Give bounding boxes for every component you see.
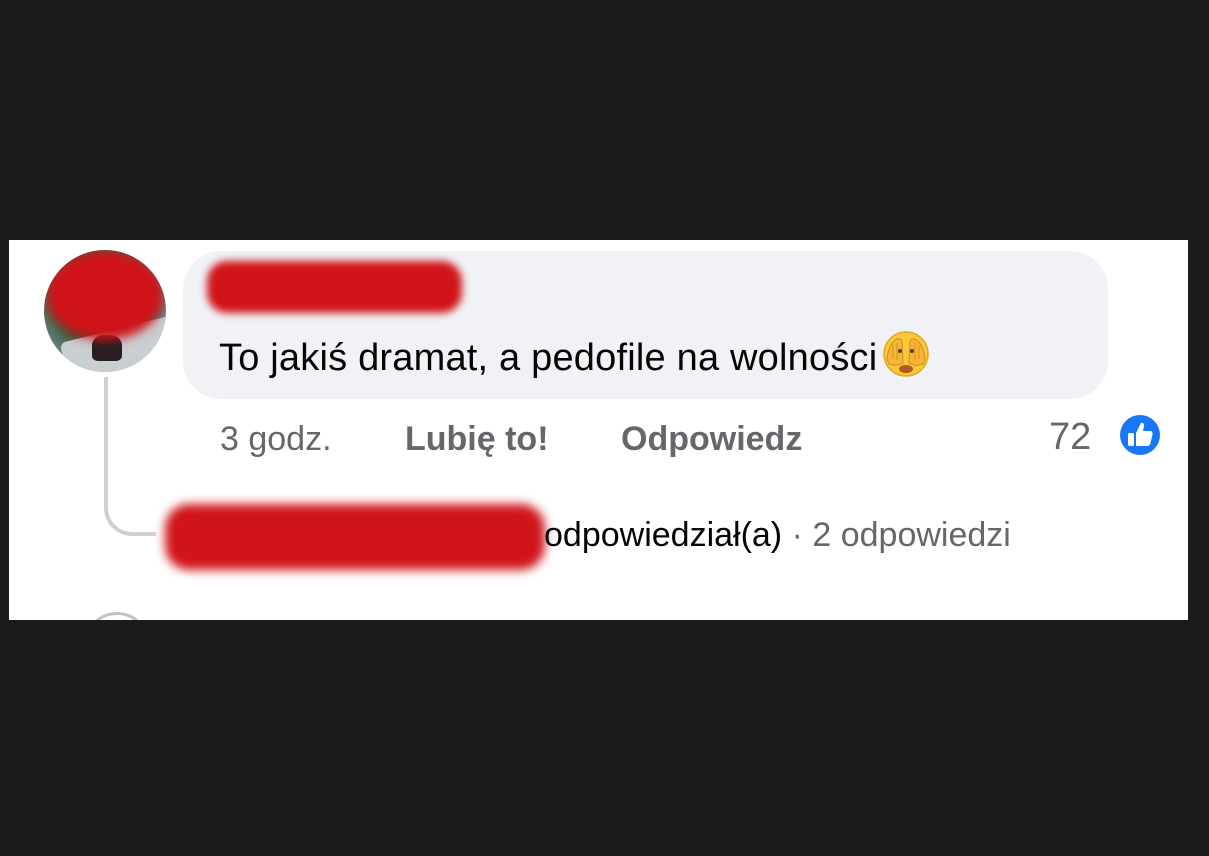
like-thumb-icon[interactable] — [1115, 410, 1165, 460]
comment-text: To jakiś dramat, a pedofile na wolności — [219, 337, 878, 379]
author-name-redaction[interactable] — [207, 261, 462, 313]
comment-timestamp: 3 godz. — [220, 420, 332, 458]
commenter-avatar[interactable] — [44, 250, 166, 372]
replied-action-text: odpowiedział(a) — [544, 516, 783, 554]
replier-name-redaction[interactable] — [165, 504, 545, 570]
avatar-redaction — [46, 250, 164, 340]
like-button[interactable]: Lubię to! — [405, 420, 549, 459]
replies-summary-text: odpowiedział(a) · 2 odpowiedzi — [544, 516, 1011, 555]
reply-button[interactable]: Odpowiedz — [621, 420, 802, 459]
reaction-count[interactable]: 72 — [1049, 416, 1091, 459]
thread-connector-line — [104, 377, 156, 536]
face-with-hands-over-eyes-icon — [883, 331, 930, 377]
separator-dot: · — [791, 516, 803, 554]
view-replies-link[interactable]: 2 odpowiedzi — [812, 516, 1010, 554]
replies-summary[interactable]: odpowiedział(a) · 2 odpowiedzi — [159, 502, 1159, 572]
comment-panel: To jakiś dramat, a pedofile na wolności … — [9, 240, 1188, 620]
comment-bubble: To jakiś dramat, a pedofile na wolności — [183, 251, 1108, 399]
next-comment-avatar[interactable] — [84, 612, 150, 620]
comment-body: To jakiś dramat, a pedofile na wolności — [219, 329, 931, 380]
